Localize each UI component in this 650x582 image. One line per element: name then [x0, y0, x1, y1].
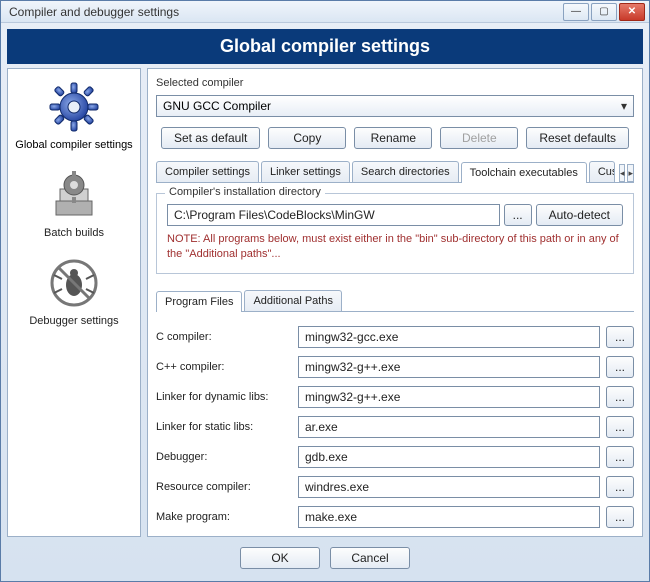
row-linker-dynamic: Linker for dynamic libs: mingw32-g++.exe… — [156, 386, 634, 408]
batch-icon — [46, 167, 102, 223]
sub-tabs: Program Files Additional Paths — [156, 290, 634, 312]
linker-dynamic-browse-button[interactable]: ... — [606, 386, 634, 408]
subtab-program-files[interactable]: Program Files — [156, 291, 242, 312]
c-compiler-label: C compiler: — [156, 331, 292, 343]
sidebar-item-label: Debugger settings — [29, 315, 118, 327]
selected-compiler-label: Selected compiler — [156, 77, 634, 89]
window-buttons: — ▢ ✕ — [563, 3, 645, 21]
tab-scroll-right[interactable]: ▸ — [627, 164, 634, 182]
ok-button[interactable]: OK — [240, 547, 320, 569]
settings-window: Compiler and debugger settings — ▢ ✕ Glo… — [0, 0, 650, 582]
tab-custom-variables[interactable]: Custom va — [589, 161, 615, 182]
cpp-compiler-input[interactable]: mingw32-g++.exe — [298, 356, 600, 378]
tab-search-directories[interactable]: Search directories — [352, 161, 459, 182]
row-make-program: Make program: make.exe ... — [156, 506, 634, 528]
gear-icon — [46, 79, 102, 135]
delete-button: Delete — [440, 127, 518, 149]
tab-scroll-left[interactable]: ◂ — [619, 164, 626, 182]
compiler-buttons: Set as default Copy Rename Delete Reset … — [156, 127, 634, 149]
minimize-button[interactable]: — — [563, 3, 589, 21]
reset-defaults-button[interactable]: Reset defaults — [526, 127, 629, 149]
client-area: Global compiler settings — [1, 23, 649, 581]
auto-detect-button[interactable]: Auto-detect — [536, 204, 623, 226]
program-files-panel: C compiler: mingw32-gcc.exe ... C++ comp… — [156, 318, 634, 528]
sidebar: Global compiler settings Batch builds — [7, 68, 141, 537]
resource-compiler-browse-button[interactable]: ... — [606, 476, 634, 498]
linker-dynamic-input[interactable]: mingw32-g++.exe — [298, 386, 600, 408]
c-compiler-input[interactable]: mingw32-gcc.exe — [298, 326, 600, 348]
install-dir-group: Compiler's installation directory C:\Pro… — [156, 193, 634, 274]
install-dir-browse-button[interactable]: ... — [504, 204, 532, 226]
debugger-icon — [46, 255, 102, 311]
debugger-input[interactable]: gdb.exe — [298, 446, 600, 468]
cancel-button[interactable]: Cancel — [330, 547, 410, 569]
main-area: Global compiler settings Batch builds — [7, 68, 643, 537]
tab-compiler-settings[interactable]: Compiler settings — [156, 161, 259, 182]
install-dir-input[interactable]: C:\Program Files\CodeBlocks\MinGW — [167, 204, 500, 226]
tab-toolchain-executables[interactable]: Toolchain executables — [461, 162, 587, 183]
row-resource-compiler: Resource compiler: windres.exe ... — [156, 476, 634, 498]
copy-button[interactable]: Copy — [268, 127, 346, 149]
compiler-dropdown-value: GNU GCC Compiler — [163, 99, 271, 113]
main-tabs: Compiler settings Linker settings Search… — [156, 161, 634, 183]
sidebar-item-batch-builds[interactable]: Batch builds — [44, 167, 104, 239]
content-panel: Selected compiler GNU GCC Compiler Set a… — [147, 68, 643, 537]
cpp-compiler-browse-button[interactable]: ... — [606, 356, 634, 378]
make-program-browse-button[interactable]: ... — [606, 506, 634, 528]
make-program-input[interactable]: make.exe — [298, 506, 600, 528]
rename-button[interactable]: Rename — [354, 127, 432, 149]
sidebar-item-global-compiler[interactable]: Global compiler settings — [15, 79, 132, 151]
sidebar-item-label: Batch builds — [44, 227, 104, 239]
install-dir-note: NOTE: All programs below, must exist eit… — [167, 232, 623, 261]
set-default-button[interactable]: Set as default — [161, 127, 260, 149]
subtab-additional-paths[interactable]: Additional Paths — [244, 290, 342, 311]
debugger-browse-button[interactable]: ... — [606, 446, 634, 468]
titlebar: Compiler and debugger settings — ▢ ✕ — [1, 1, 649, 23]
install-dir-legend: Compiler's installation directory — [165, 186, 325, 198]
row-debugger: Debugger: gdb.exe ... — [156, 446, 634, 468]
install-dir-row: C:\Program Files\CodeBlocks\MinGW ... Au… — [167, 204, 623, 226]
page-header: Global compiler settings — [7, 29, 643, 64]
close-button[interactable]: ✕ — [619, 3, 645, 21]
resource-compiler-input[interactable]: windres.exe — [298, 476, 600, 498]
window-title: Compiler and debugger settings — [9, 5, 563, 19]
row-c-compiler: C compiler: mingw32-gcc.exe ... — [156, 326, 634, 348]
make-program-label: Make program: — [156, 511, 292, 523]
resource-compiler-label: Resource compiler: — [156, 481, 292, 493]
linker-dynamic-label: Linker for dynamic libs: — [156, 391, 292, 403]
dialog-footer: OK Cancel — [7, 537, 643, 575]
cpp-compiler-label: C++ compiler: — [156, 361, 292, 373]
row-cpp-compiler: C++ compiler: mingw32-g++.exe ... — [156, 356, 634, 378]
tab-linker-settings[interactable]: Linker settings — [261, 161, 350, 182]
linker-static-browse-button[interactable]: ... — [606, 416, 634, 438]
debugger-label: Debugger: — [156, 451, 292, 463]
c-compiler-browse-button[interactable]: ... — [606, 326, 634, 348]
linker-static-input[interactable]: ar.exe — [298, 416, 600, 438]
linker-static-label: Linker for static libs: — [156, 421, 292, 433]
sidebar-item-label: Global compiler settings — [15, 139, 132, 151]
sidebar-item-debugger[interactable]: Debugger settings — [29, 255, 118, 327]
maximize-button[interactable]: ▢ — [591, 3, 617, 21]
row-linker-static: Linker for static libs: ar.exe ... — [156, 416, 634, 438]
compiler-dropdown[interactable]: GNU GCC Compiler — [156, 95, 634, 117]
